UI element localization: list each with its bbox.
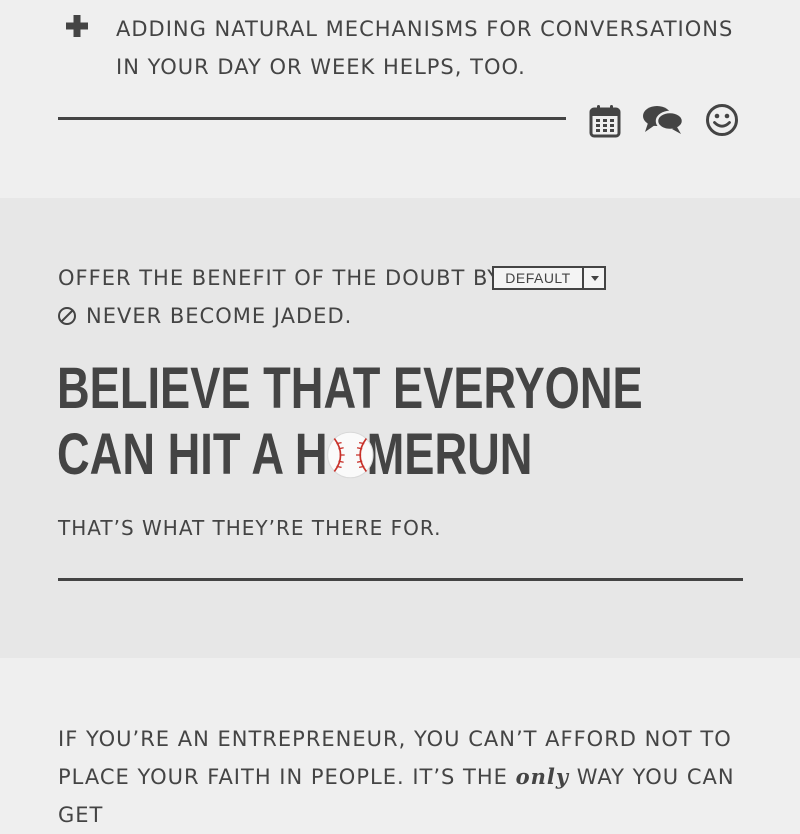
divider [58,578,743,581]
smiley-icon [706,104,738,136]
chat-button[interactable] [642,105,685,135]
headline-line-2: CAN HIT A H MERUN [57,422,533,488]
plus-icon [66,15,88,37]
subheadline: That’s what they’re there for. [58,516,442,540]
behavior-select[interactable]: DEFAULT [492,266,606,290]
calendar-icon [589,105,621,138]
divider [58,117,566,120]
select-divider [582,268,584,288]
calendar-button[interactable] [589,104,621,138]
prohibited-icon [58,307,76,325]
smiley-button[interactable] [705,103,739,137]
jaded-text: Never become jaded. [86,304,353,328]
chevron-down-icon [591,276,599,281]
benefit-text: Offer the benefit of the doubt by [58,266,502,290]
emphasis-text: only [515,764,570,789]
headline: BELIEVE THAT EVERYONE CAN HIT A H MERUN [57,356,643,488]
tip-text: Adding natural mechanisms for conversati… [116,17,734,79]
tip-section: Adding natural mechanisms for conversati… [0,0,800,198]
baseball-icon [327,422,374,488]
chat-bubbles-icon [643,106,685,134]
entrepreneur-paragraph: If you’re an entrepreneur, you can’t aff… [58,727,735,827]
behavior-select-value: DEFAULT [505,270,571,286]
headline-line-1: BELIEVE THAT EVERYONE [57,356,643,421]
